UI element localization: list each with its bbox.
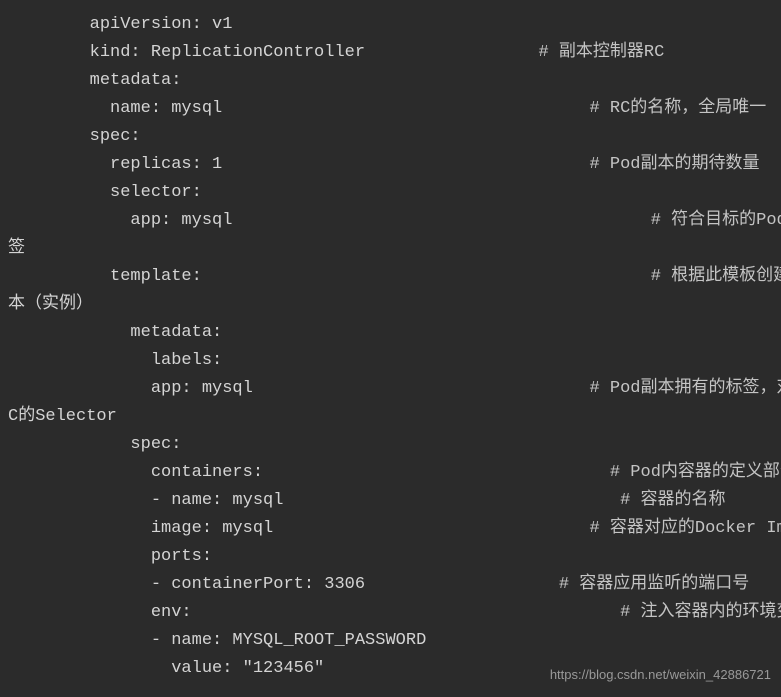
code-text: 本（实例） (8, 291, 93, 319)
code-line: name: mysql # RC的名称，全局唯一 (8, 95, 781, 123)
code-line: - name: mysql # 容器的名称 (8, 487, 781, 515)
code-comment: # Pod内容器的定义部分 (610, 459, 781, 487)
code-text: labels: (8, 347, 222, 375)
code-text: - containerPort: 3306 (8, 571, 559, 599)
code-line: metadata: (8, 67, 781, 95)
code-line: 签 (8, 235, 781, 263)
code-text: image: mysql (8, 515, 590, 543)
code-line: kind: ReplicationController # 副本控制器RC (8, 39, 781, 67)
code-text: apiVersion: v1 (8, 11, 232, 39)
code-text: containers: (8, 459, 610, 487)
code-text: kind: ReplicationController (8, 39, 539, 67)
code-line: C的Selector (8, 403, 781, 431)
code-comment: # 副本控制器RC (539, 39, 665, 67)
code-line: spec: (8, 123, 781, 151)
code-comment: # 容器的名称 (620, 487, 725, 515)
code-line: 本（实例） (8, 291, 781, 319)
code-text: value: "123456" (8, 655, 324, 683)
code-text: - name: MYSQL_ROOT_PASSWORD (8, 627, 426, 655)
code-text: metadata: (8, 319, 222, 347)
code-line: env: # 注入容器内的环境变量 (8, 599, 781, 627)
code-line: apiVersion: v1 (8, 11, 781, 39)
code-text: name: mysql (8, 95, 590, 123)
code-line: containers: # Pod内容器的定义部分 (8, 459, 781, 487)
code-comment: # Pod副本拥有的标签，对应R (590, 375, 781, 403)
code-text: app: mysql (8, 375, 590, 403)
code-comment: # 根据此模板创建Pod的副 (651, 263, 781, 291)
code-text: ports: (8, 543, 212, 571)
code-comment: # 容器对应的Docker Image (590, 515, 781, 543)
code-text: app: mysql (8, 207, 651, 235)
code-text: env: (8, 599, 620, 627)
code-comment: # 容器应用监听的端口号 (559, 571, 749, 599)
code-line: - containerPort: 3306 # 容器应用监听的端口号 (8, 571, 781, 599)
code-text: spec: (8, 123, 141, 151)
code-line: - name: MYSQL_ROOT_PASSWORD (8, 627, 781, 655)
code-text: metadata: (8, 67, 181, 95)
code-comment: # 符合目标的Pod拥有此标 (651, 207, 781, 235)
code-line: spec: (8, 431, 781, 459)
code-text: spec: (8, 431, 181, 459)
code-line: template: # 根据此模板创建Pod的副 (8, 263, 781, 291)
code-text: selector: (8, 179, 202, 207)
code-comment: # RC的名称，全局唯一 (590, 95, 767, 123)
code-comment: # 注入容器内的环境变量 (620, 599, 781, 627)
code-line: selector: (8, 179, 781, 207)
yaml-code-block: apiVersion: v1 kind: ReplicationControll… (0, 11, 781, 683)
code-line: app: mysql # Pod副本拥有的标签，对应R (8, 375, 781, 403)
code-comment: # Pod副本的期待数量 (590, 151, 760, 179)
code-text: C的Selector (8, 403, 117, 431)
code-text: - name: mysql (8, 487, 620, 515)
code-line: metadata: (8, 319, 781, 347)
code-line: image: mysql # 容器对应的Docker Image (8, 515, 781, 543)
code-text: 签 (8, 235, 25, 263)
code-line: labels: (8, 347, 781, 375)
code-line: replicas: 1 # Pod副本的期待数量 (8, 151, 781, 179)
code-line: app: mysql # 符合目标的Pod拥有此标 (8, 207, 781, 235)
code-line: ports: (8, 543, 781, 571)
code-text: replicas: 1 (8, 151, 590, 179)
code-text: template: (8, 263, 651, 291)
watermark-text: https://blog.csdn.net/weixin_42886721 (550, 661, 771, 689)
